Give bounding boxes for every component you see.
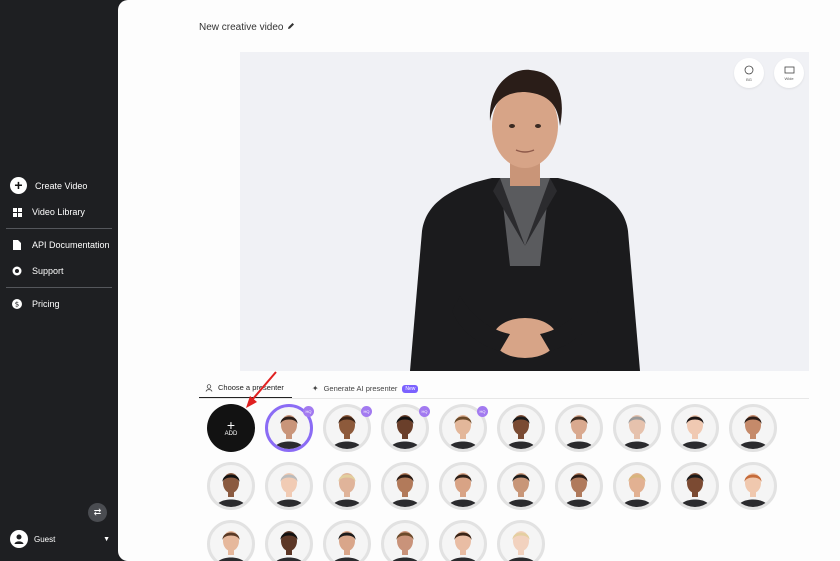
plus-icon: + bbox=[226, 417, 236, 433]
sidebar-item-pricing[interactable]: $ Pricing bbox=[10, 297, 60, 311]
presenter-face-icon bbox=[564, 473, 594, 507]
presenter-image bbox=[410, 69, 640, 371]
presenter-avatar[interactable] bbox=[613, 462, 661, 510]
presenter-avatar[interactable] bbox=[671, 404, 719, 452]
hq-badge: HQ bbox=[477, 406, 488, 417]
add-label: ADD bbox=[224, 431, 238, 437]
presenter-avatar[interactable] bbox=[381, 520, 429, 561]
presenter-avatar[interactable] bbox=[439, 462, 487, 510]
presenter-face-icon bbox=[218, 531, 244, 561]
presenter-avatar[interactable] bbox=[613, 404, 661, 452]
dollar-circle-icon: $ bbox=[10, 297, 24, 311]
sidebar-item-support[interactable]: Support bbox=[10, 264, 64, 278]
circle-icon bbox=[744, 65, 754, 74]
presenter-avatar[interactable] bbox=[207, 520, 255, 561]
presenter-face-icon bbox=[622, 473, 652, 507]
presenter-face-icon bbox=[390, 473, 420, 507]
sidebar-item-label: Support bbox=[32, 266, 64, 276]
user-icon bbox=[205, 383, 213, 392]
presenter-avatar[interactable] bbox=[729, 462, 777, 510]
user-menu[interactable]: Guest ▼ bbox=[10, 530, 110, 548]
presenter-avatar[interactable] bbox=[555, 462, 603, 510]
presenter-face-icon bbox=[276, 531, 302, 561]
presenter-avatar[interactable] bbox=[265, 462, 313, 510]
new-badge: New bbox=[402, 384, 419, 393]
presenter-avatar[interactable] bbox=[381, 462, 429, 510]
add-presenter-button[interactable]: + ADD bbox=[207, 404, 255, 452]
chevron-down-icon: ▼ bbox=[103, 535, 110, 543]
avatar-icon bbox=[10, 530, 28, 548]
page-title: New creative video bbox=[199, 22, 284, 33]
tab-divider bbox=[199, 398, 809, 399]
presenter-face-icon bbox=[738, 415, 768, 449]
presenter-face-icon bbox=[450, 531, 476, 561]
sidebar-item-label: Pricing bbox=[32, 299, 60, 309]
presenter-face-icon bbox=[334, 531, 360, 561]
presenter-face-icon bbox=[332, 473, 362, 507]
presenter-face-icon bbox=[392, 531, 418, 561]
presenter-face-icon bbox=[680, 473, 710, 507]
presenter-face-icon bbox=[506, 473, 536, 507]
grid-icon bbox=[10, 205, 24, 219]
lifebuoy-icon bbox=[10, 264, 24, 278]
sidebar-item-label: Create Video bbox=[35, 180, 88, 191]
sidebar-item-label: API Documentation bbox=[32, 240, 110, 250]
presenter-face-icon bbox=[216, 473, 246, 507]
presenter-avatar[interactable] bbox=[497, 404, 545, 452]
presenter-face-icon bbox=[274, 473, 304, 507]
tab-choose-presenter[interactable]: Choose a presenter bbox=[199, 383, 292, 399]
presenter-avatar[interactable] bbox=[671, 462, 719, 510]
presenter-avatar[interactable] bbox=[729, 404, 777, 452]
hq-badge: HQ bbox=[419, 406, 430, 417]
main-panel: New creative video BG Wide Choose a pres… bbox=[118, 0, 840, 561]
plus-circle-icon: + bbox=[10, 177, 27, 194]
svg-text:$: $ bbox=[15, 301, 19, 309]
collapse-sidebar-icon[interactable]: ⇄ bbox=[88, 503, 107, 522]
stage-button-label: Wide bbox=[784, 75, 794, 81]
document-icon bbox=[10, 238, 24, 252]
user-name: Guest bbox=[34, 534, 56, 544]
tab-label: Generate AI presenter bbox=[323, 384, 398, 393]
presenter-avatar[interactable] bbox=[207, 462, 255, 510]
tab-label: Choose a presenter bbox=[218, 383, 284, 392]
presenter-face-icon bbox=[680, 415, 710, 449]
presenter-avatar[interactable] bbox=[323, 520, 371, 561]
presenter-avatar[interactable] bbox=[555, 404, 603, 452]
sidebar-item-create-video[interactable]: + Create Video bbox=[10, 177, 87, 194]
hq-badge: HQ bbox=[303, 406, 314, 417]
presenter-tabs: Choose a presenter ✦ Generate AI present… bbox=[199, 383, 426, 399]
presenter-face-icon bbox=[448, 473, 478, 507]
presenter-avatar[interactable] bbox=[265, 520, 313, 561]
video-title[interactable]: New creative video bbox=[199, 22, 295, 33]
app-window: + Create Video Video Library API Documen… bbox=[0, 0, 840, 561]
presenter-face-icon bbox=[738, 473, 768, 507]
stage-button-label: BG bbox=[746, 76, 752, 82]
presenter-face-icon bbox=[506, 415, 536, 449]
hq-badge: HQ bbox=[361, 406, 372, 417]
pencil-icon[interactable] bbox=[287, 22, 295, 33]
sidebar-item-api-documentation[interactable]: API Documentation bbox=[10, 238, 110, 252]
sidebar-item-label: Video Library bbox=[32, 207, 85, 217]
video-preview[interactable]: BG Wide bbox=[240, 52, 809, 371]
presenter-face-icon bbox=[508, 531, 534, 561]
rectangle-icon bbox=[784, 66, 794, 73]
presenter-face-icon bbox=[622, 415, 652, 449]
presenter-avatar[interactable] bbox=[497, 462, 545, 510]
sparkle-icon: ✦ bbox=[311, 384, 319, 393]
presenter-face-icon bbox=[564, 415, 594, 449]
presenter-avatar[interactable] bbox=[497, 520, 545, 561]
tab-generate-ai-presenter[interactable]: ✦ Generate AI presenter New bbox=[306, 383, 427, 399]
sidebar-item-video-library[interactable]: Video Library bbox=[10, 205, 85, 219]
sidebar-divider bbox=[6, 228, 112, 229]
presenter-avatar[interactable] bbox=[323, 462, 371, 510]
sidebar-divider bbox=[6, 287, 112, 288]
presenter-avatar[interactable] bbox=[439, 520, 487, 561]
background-button[interactable]: BG bbox=[734, 58, 764, 88]
sidebar: + Create Video Video Library API Documen… bbox=[0, 0, 118, 561]
aspect-ratio-button[interactable]: Wide bbox=[774, 58, 804, 88]
